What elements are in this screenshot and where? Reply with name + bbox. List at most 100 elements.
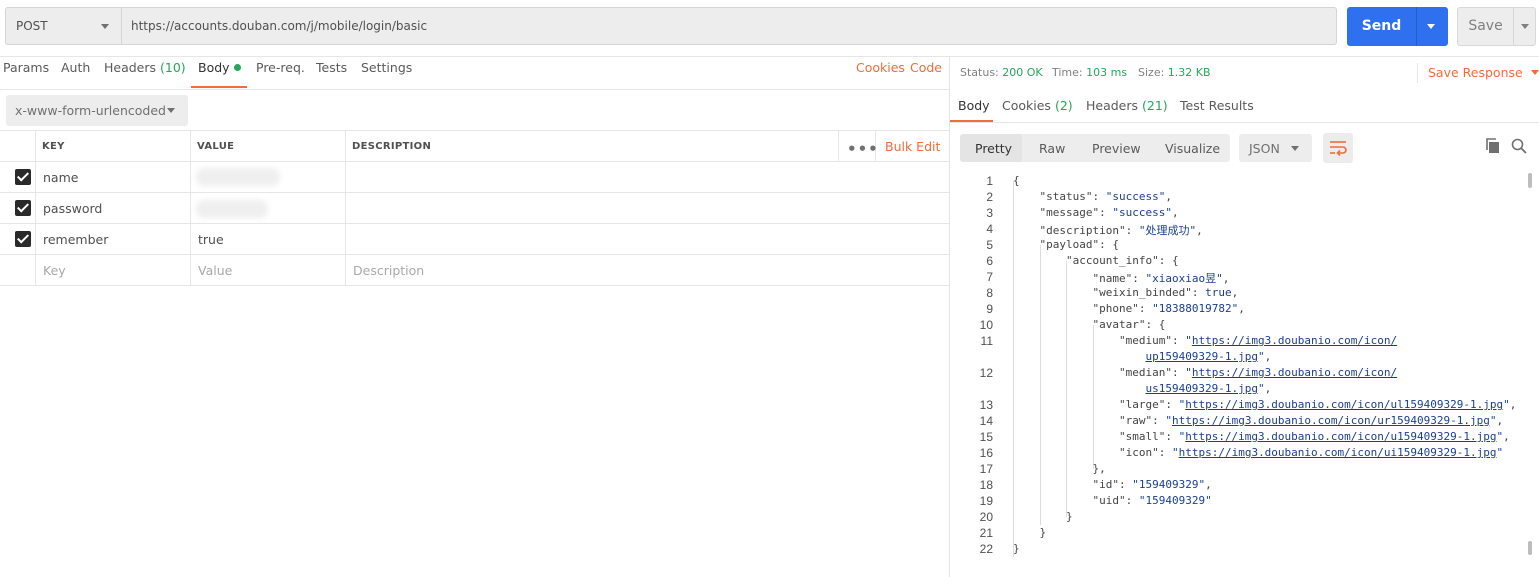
send-label: Send — [1361, 18, 1402, 34]
code-line: "medium": "https://img3.doubanio.com/ico… — [1118, 334, 1398, 347]
size-label: Size: — [1138, 66, 1165, 79]
code-line: up159409329-1.jpg", — [1145, 350, 1272, 363]
tab-auth[interactable]: Auth — [61, 60, 90, 88]
code-line: "name": "xiaoxiao昱", — [1092, 272, 1230, 285]
response-tab-body[interactable]: Body — [958, 98, 990, 113]
code-line: "raw": "https://img3.doubanio.com/icon/u… — [1118, 414, 1504, 427]
line-number: 11 — [980, 334, 993, 348]
save-label: Save — [1468, 18, 1503, 34]
tab-settings[interactable]: Settings — [361, 60, 412, 88]
tab-body[interactable]: Body — [198, 60, 241, 88]
url-input[interactable]: https://accounts.douban.com/j/mobile/log… — [121, 7, 1337, 45]
send-button[interactable]: Send — [1347, 7, 1448, 46]
line-number: 12 — [979, 366, 993, 380]
code-line: "uid": "159409329" — [1092, 494, 1212, 507]
row-key[interactable]: remember — [43, 232, 108, 247]
row-value-redacted[interactable] — [196, 200, 268, 218]
code-line: { — [1013, 174, 1020, 187]
code-line: "median": "https://img3.doubanio.com/ico… — [1118, 366, 1398, 379]
tabs-divider — [0, 89, 949, 90]
table-col-border — [838, 130, 839, 161]
save-divider — [1513, 8, 1514, 45]
line-number: 10 — [979, 318, 993, 332]
method-select[interactable]: POST — [5, 7, 121, 45]
row-value-redacted[interactable] — [196, 168, 280, 186]
format-pretty[interactable]: Pretty — [975, 141, 1012, 156]
code-link[interactable]: Code — [910, 60, 942, 75]
row-checkbox[interactable] — [15, 231, 31, 247]
line-number: 13 — [979, 398, 993, 412]
format-raw[interactable]: Raw — [1039, 141, 1065, 156]
code-line: us159409329-1.jpg", — [1145, 382, 1272, 395]
scrollbar-top-marker[interactable] — [1528, 173, 1532, 188]
response-tab-headers-count: (21) — [1142, 98, 1168, 113]
line-number: 5 — [986, 238, 993, 252]
table-col-border — [345, 130, 346, 285]
scrollbar-bottom-marker[interactable] — [1528, 541, 1532, 555]
search-icon[interactable] — [1511, 138, 1527, 154]
send-options-chevron-icon[interactable] — [1427, 24, 1435, 29]
row-key[interactable]: password — [43, 201, 102, 216]
code-line: } — [1013, 510, 1073, 523]
response-status: Status: 200 OK — [960, 66, 1043, 79]
line-number: 8 — [986, 286, 993, 300]
row-checkbox[interactable] — [15, 200, 31, 216]
save-response-label: Save Response — [1428, 65, 1523, 80]
tab-prereq[interactable]: Pre-req. — [256, 60, 305, 88]
code-line: "weixin_binded": true, — [1092, 286, 1239, 299]
table-bottom-border — [0, 285, 949, 286]
response-tab-test-results[interactable]: Test Results — [1180, 98, 1254, 113]
send-divider — [1416, 7, 1417, 46]
time-label: Time: — [1052, 66, 1083, 79]
wrap-lines-button[interactable] — [1323, 133, 1353, 163]
wrap-lines-icon — [1330, 141, 1347, 156]
code-line: "message": "success", — [1039, 206, 1179, 219]
line-number: 17 — [979, 462, 993, 476]
table-col-border — [190, 130, 191, 285]
chevron-down-icon — [167, 108, 175, 113]
response-tab-headers[interactable]: Headers (21) — [1086, 98, 1168, 113]
column-header-key: KEY — [42, 141, 65, 152]
save-response-button[interactable]: Save Response — [1428, 65, 1539, 80]
bulk-edit-link[interactable]: Bulk Edit — [885, 139, 940, 154]
status-value: 200 OK — [1002, 66, 1043, 79]
save-response-divider — [1417, 63, 1418, 83]
code-line: "avatar": { — [1092, 318, 1166, 331]
method-label: POST — [16, 19, 48, 33]
tab-tests[interactable]: Tests — [316, 60, 347, 88]
row-key[interactable]: name — [43, 170, 78, 185]
response-tab-headers-label: Headers — [1086, 98, 1139, 113]
response-tab-cookies-count: (2) — [1054, 98, 1073, 113]
line-number: 2 — [986, 190, 993, 204]
body-type-select[interactable]: x-www-form-urlencoded — [6, 95, 188, 126]
save-options-chevron-icon[interactable] — [1521, 24, 1529, 29]
code-line: }, — [1013, 462, 1106, 475]
tab-params[interactable]: Params — [3, 60, 49, 88]
new-description-input[interactable]: Description — [353, 263, 424, 278]
code-line: "payload": { — [1039, 238, 1119, 251]
tab-headers-count: (10) — [160, 60, 186, 75]
line-number: 1 — [986, 174, 993, 188]
format-preview[interactable]: Preview — [1092, 141, 1141, 156]
copy-icon[interactable] — [1485, 138, 1501, 154]
language-select[interactable]: JSON — [1239, 134, 1312, 162]
response-tab-cookies-label: Cookies — [1002, 98, 1051, 113]
code-line: "phone": "18388019782", — [1092, 302, 1245, 315]
row-value[interactable]: true — [198, 232, 224, 247]
line-number: 19 — [979, 494, 993, 508]
line-number: 20 — [979, 510, 993, 524]
code-line: "description": "处理成功", — [1039, 224, 1203, 237]
new-key-input[interactable]: Key — [43, 263, 66, 278]
row-checkbox[interactable] — [15, 169, 31, 185]
code-line: "large": "https://img3.doubanio.com/icon… — [1118, 398, 1517, 411]
line-number: 4 — [986, 222, 993, 236]
more-options-icon[interactable]: ••• — [847, 140, 879, 158]
format-visualize[interactable]: Visualize — [1165, 141, 1220, 156]
response-tab-cookies[interactable]: Cookies (2) — [1002, 98, 1073, 113]
new-value-input[interactable]: Value — [198, 263, 232, 278]
tab-headers[interactable]: Headers (10) — [104, 60, 186, 88]
chevron-down-icon — [1530, 70, 1539, 75]
table-row-border — [0, 223, 949, 224]
save-button[interactable]: Save — [1457, 7, 1536, 46]
cookies-link[interactable]: Cookies — [856, 60, 905, 75]
